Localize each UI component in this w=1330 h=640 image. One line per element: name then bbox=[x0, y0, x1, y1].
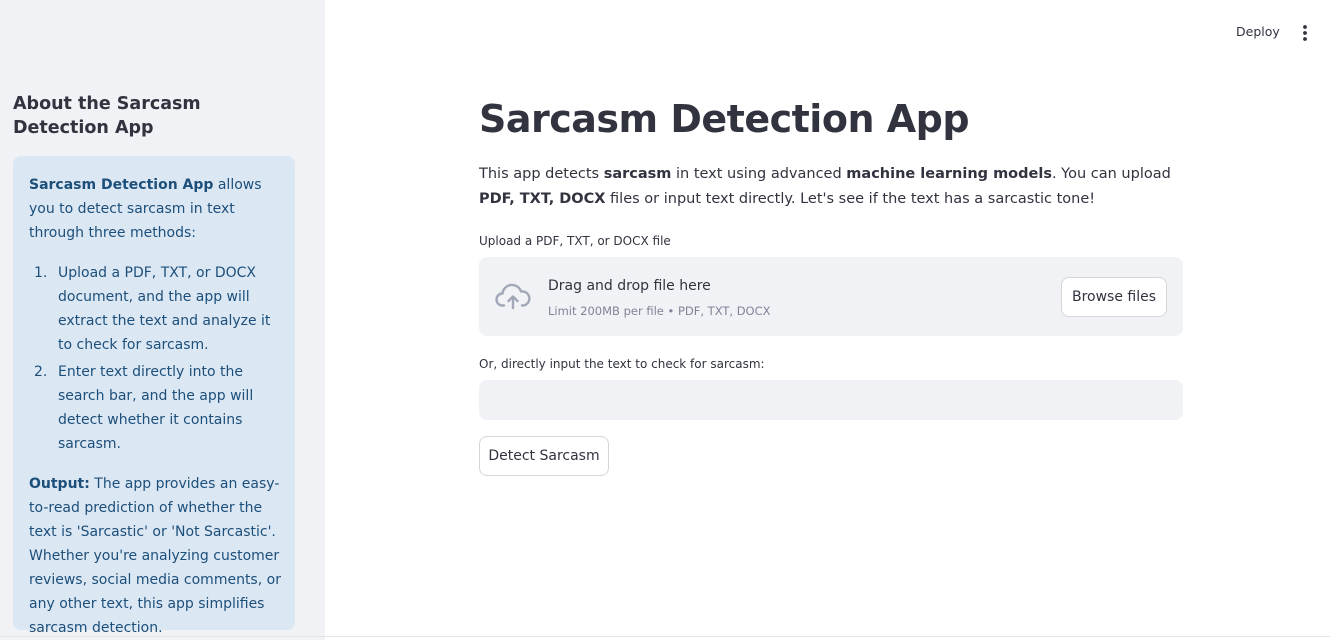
list-item-text: Upload a PDF, TXT, or DOCX document, and… bbox=[58, 265, 271, 353]
info-box: Sarcasm Detection App allows you to dete… bbox=[13, 156, 295, 636]
intro-text: This app detects sarcasm in text using a… bbox=[479, 162, 1183, 212]
list-item-number: 1. bbox=[34, 265, 48, 281]
list-item: 1. Upload a PDF, TXT, or DOCX document, a… bbox=[29, 261, 285, 357]
intro-part: in text using advanced bbox=[671, 166, 847, 182]
info-output-text: The app provides an easy-to-read predict… bbox=[29, 476, 281, 636]
more-vertical-icon[interactable] bbox=[1296, 24, 1314, 42]
detect-sarcasm-button[interactable]: Detect Sarcasm bbox=[479, 436, 609, 476]
intro-part: . You can upload bbox=[1051, 166, 1171, 182]
browse-files-button[interactable]: Browse files bbox=[1061, 277, 1167, 317]
intro-bold: PDF, TXT, DOCX bbox=[479, 191, 606, 207]
deploy-button[interactable]: Deploy bbox=[1236, 23, 1280, 41]
intro-part: This app detects bbox=[479, 166, 604, 182]
intro-part: files or input text directly. Let's see … bbox=[605, 191, 1096, 207]
intro-bold: sarcasm bbox=[603, 166, 672, 182]
sarcasm-text-input[interactable] bbox=[479, 380, 1183, 420]
list-item-text: Enter text directly into the search bar,… bbox=[58, 364, 254, 452]
page-title: Sarcasm Detection App bbox=[479, 97, 970, 141]
divider bbox=[0, 636, 1330, 637]
intro-bold: machine learning models bbox=[846, 166, 1052, 182]
list-item-number: 2. bbox=[34, 364, 48, 380]
sidebar: About the Sarcasm Detection App Sarcasm … bbox=[0, 0, 325, 640]
info-steps-list: 1. Upload a PDF, TXT, or DOCX document, a… bbox=[29, 261, 285, 456]
dropzone-title: Drag and drop file here bbox=[548, 278, 711, 294]
info-intro: Sarcasm Detection App allows you to dete… bbox=[29, 173, 285, 245]
sidebar-title: About the Sarcasm Detection App bbox=[13, 94, 201, 138]
list-item: 2. Enter text directly into the search ba… bbox=[29, 360, 285, 456]
file-dropzone[interactable]: Drag and drop file here Limit 200MB per … bbox=[479, 257, 1183, 336]
info-intro-bold: Sarcasm Detection App bbox=[29, 177, 214, 193]
upload-label: Upload a PDF, TXT, or DOCX file bbox=[479, 234, 671, 248]
info-output-bold: Output: bbox=[29, 476, 90, 492]
dropzone-limit: Limit 200MB per file • PDF, TXT, DOCX bbox=[548, 304, 771, 318]
cloud-upload-icon bbox=[495, 283, 531, 310]
info-output: Output: The app provides an easy-to-read… bbox=[29, 472, 285, 640]
text-input-label: Or, directly input the text to check for… bbox=[479, 357, 765, 371]
